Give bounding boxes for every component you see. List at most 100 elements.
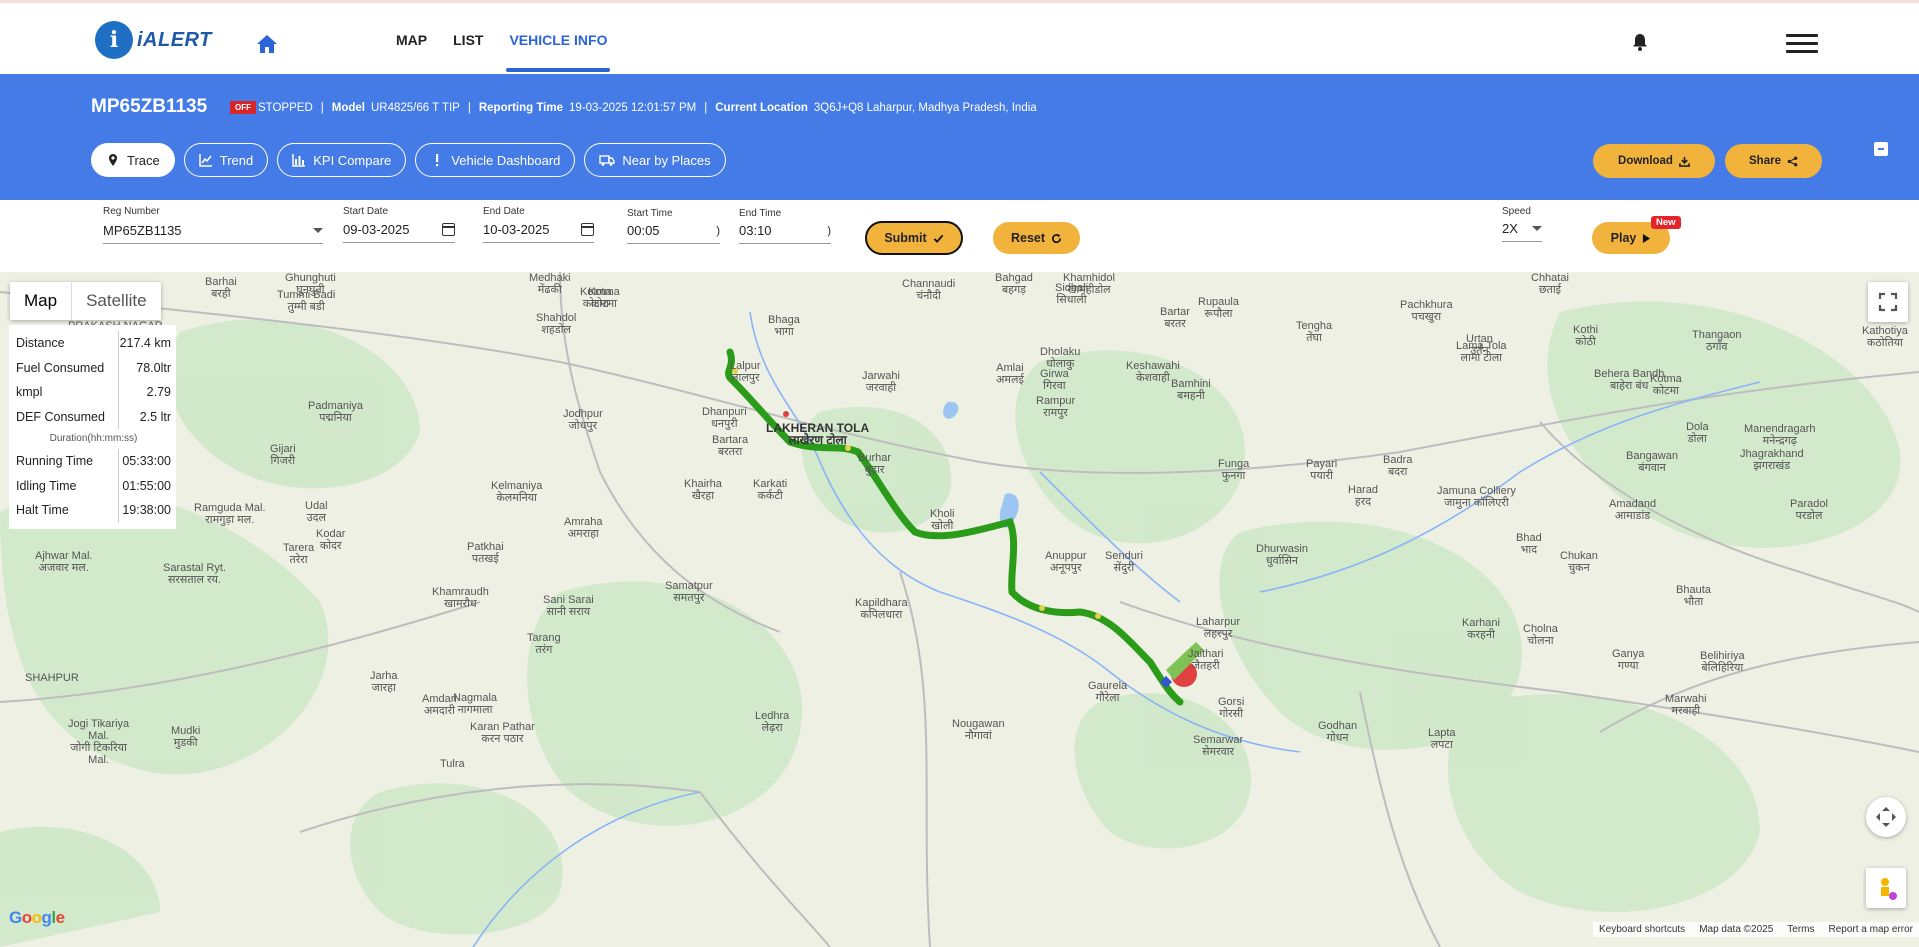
terms-link[interactable]: Terms <box>1787 924 1814 935</box>
hamburger-menu-icon[interactable] <box>1786 34 1818 54</box>
place-label: Godhan गोधन <box>1318 720 1358 744</box>
place-label: Nagmala नागमाला <box>453 692 498 716</box>
map-pin-icon <box>109 154 117 166</box>
play-icon <box>1643 233 1651 243</box>
tab-kpi-compare[interactable]: KPI Compare <box>277 143 407 177</box>
report-map-error-link[interactable]: Report a map error <box>1829 924 1913 935</box>
end-date-field[interactable]: End Date 10-03-2025 <box>483 206 594 243</box>
place-label: Jogi Tikariya Mal. जोगी टिकरिया Mal. <box>68 718 130 766</box>
place-label: Kothi कोठी <box>1573 324 1599 348</box>
camera-control-icon[interactable] <box>1866 797 1906 837</box>
pegman-icon[interactable] <box>1866 868 1906 908</box>
place-label: Jhagrakhand झगराखंड <box>1740 448 1804 472</box>
bell-icon[interactable] <box>1632 33 1648 51</box>
tab-trace[interactable]: Trace <box>91 143 175 177</box>
end-date-value: 10-03-2025 <box>483 222 550 237</box>
submit-label: Submit <box>884 231 927 245</box>
top-navbar: i iALERT MAP LIST VEHICLE INFO <box>0 0 1919 74</box>
place-label: Kotma कोटमा <box>1650 373 1682 397</box>
tab-near-by-places-label: Near by Places <box>622 152 711 168</box>
place-label: Bhad भाद <box>1516 532 1542 556</box>
duration-caption: Duration(hh:mm:ss) <box>49 433 138 444</box>
reg-number-value: MP65ZB1135 <box>103 223 182 238</box>
chevron-down-icon <box>313 228 323 233</box>
map-canvas[interactable]: Shahdol शहडोल Lalpur लालपुर LAKHERAN TOLA … <box>0 272 1919 947</box>
place-label: Chukan चुकन <box>1560 550 1598 574</box>
place-label: Burhar बुढ़ार <box>858 452 892 476</box>
place-label: Gijari गिजरी <box>270 443 296 467</box>
tab-trend[interactable]: Trend <box>183 143 269 177</box>
start-time-label: Start Time <box>627 208 673 219</box>
place-label: Ledhra लेढ़रा <box>755 710 790 734</box>
map-type-map[interactable]: Map <box>10 282 73 320</box>
place-label: Jaithari जैतहरी <box>1188 648 1224 672</box>
place-label: Kathotiya कठोतिया <box>1862 325 1908 349</box>
vehicle-reg-title: MP65ZB1135 <box>91 96 208 117</box>
share-icon <box>1787 156 1798 166</box>
place-label: Khamhidol खामहीडोल <box>1063 272 1115 296</box>
place-label: Cholna चोलना <box>1523 623 1558 647</box>
start-date-field[interactable]: Start Date 09-03-2025 <box>343 206 455 243</box>
place-label: Belihiriya बेलिहिरिया <box>1700 650 1745 674</box>
nav-vehicle-info[interactable]: VEHICLE INFO <box>506 32 611 72</box>
speed-label: Speed <box>1502 206 1531 217</box>
tab-near-by-places[interactable]: Near by Places <box>584 143 726 177</box>
place-label: Harad हरद <box>1348 484 1378 508</box>
reset-button[interactable]: Reset <box>993 222 1080 254</box>
tab-vehicle-dashboard[interactable]: Vehicle Dashboard <box>415 143 576 177</box>
place-label: SHAHPUR <box>25 672 79 684</box>
stat-idling: Idling Time 01:55:00 <box>16 473 171 498</box>
nav-map[interactable]: MAP <box>396 32 427 48</box>
stat-kmpl: kmpl 2.79 <box>16 380 171 405</box>
share-button[interactable]: Share <box>1725 144 1822 178</box>
map-type-satellite[interactable]: Satellite <box>72 282 160 320</box>
place-label: Dhurwasin धुर्वासिन <box>1256 543 1308 567</box>
home-icon[interactable] <box>256 34 278 54</box>
place-label: Shahdol शहडोल <box>536 312 577 336</box>
current-location-label: Current Location <box>715 101 808 114</box>
speed-value: 2X <box>1502 221 1518 236</box>
place-label: Paradol परडोल <box>1790 498 1828 522</box>
ignition-off-badge: OFF <box>230 101 256 114</box>
reporting-time-value: 19-03-2025 12:01:57 PM <box>569 101 697 114</box>
calendar-icon[interactable] <box>581 223 594 236</box>
place-label: Lama Tola लामा टोला <box>1456 340 1507 364</box>
nav-list[interactable]: LIST <box>453 32 483 48</box>
download-button[interactable]: Download <box>1593 144 1715 178</box>
place-label: Ghunghuti घुनघुती <box>285 272 336 296</box>
brand-logo[interactable]: i iALERT <box>95 21 212 59</box>
place-label: Bartar बरतर <box>1160 306 1190 330</box>
place-label: Kapildhara कपिलधारा <box>855 597 908 621</box>
end-time-field[interactable]: End Time 03:10) <box>739 208 831 244</box>
logo-mark: i <box>95 21 133 59</box>
chevron-down-icon <box>1532 226 1542 231</box>
exclamation-icon <box>436 154 439 167</box>
place-label: Manendragarh मनेन्द्रगढ़ <box>1744 423 1816 447</box>
trace-filter-bar: Reg Number MP65ZB1135 Start Date 09-03-2… <box>0 200 1919 272</box>
calendar-icon[interactable] <box>442 223 455 236</box>
reg-number-select[interactable]: Reg Number MP65ZB1135 <box>103 206 323 244</box>
place-label: Amlai अमलई <box>996 362 1024 386</box>
place-label: Ajhwar Mal. अजवार मल. <box>35 550 93 574</box>
start-date-label: Start Date <box>343 206 389 217</box>
trip-stats-panel: Distance 217.4 km Fuel Consumed 78.0ltr km… <box>9 325 176 529</box>
place-label: Amraha अमराहा <box>564 516 603 540</box>
place-label: Ramguda Mal. रामगुड़ा मल. <box>194 502 266 526</box>
vehicle-status-line: OFF STOPPED | Model UR4825/66 T TIP | Re… <box>230 101 1037 114</box>
speed-select[interactable]: Speed 2X <box>1502 206 1542 242</box>
end-date-label: End Date <box>483 206 525 217</box>
submit-button[interactable]: Submit <box>865 221 963 255</box>
fullscreen-icon[interactable] <box>1868 282 1908 322</box>
download-icon <box>1679 156 1690 167</box>
keyboard-shortcuts-link[interactable]: Keyboard shortcuts <box>1599 924 1685 935</box>
refresh-icon <box>1052 233 1062 243</box>
tab-trend-label: Trend <box>219 152 254 168</box>
start-time-field[interactable]: Start Time 00:05) <box>627 208 720 244</box>
collapse-icon[interactable] <box>1874 142 1888 156</box>
google-logo: Google <box>9 908 65 927</box>
share-label: Share <box>1749 155 1781 167</box>
view-tabs: Trace Trend KPI Compare Vehicle Dashboar… <box>91 143 726 177</box>
model-value: UR4825/66 T TIP <box>370 101 460 114</box>
place-label: Nougawan नौगावां <box>952 718 1005 742</box>
place-label: Chhatai छताई <box>1531 272 1569 296</box>
